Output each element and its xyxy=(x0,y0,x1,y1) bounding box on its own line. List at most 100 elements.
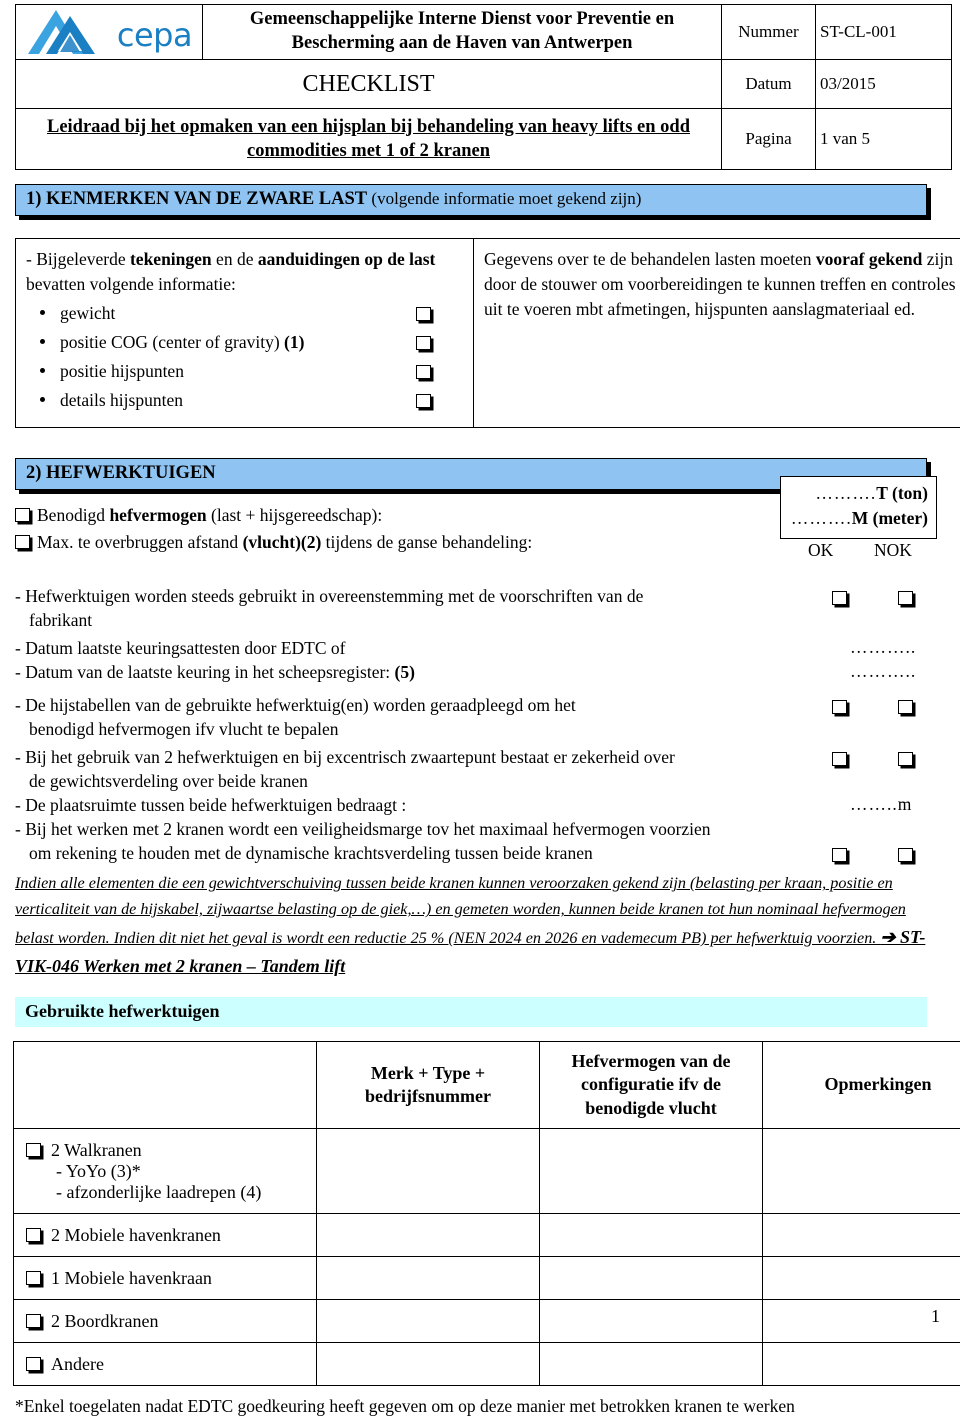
section-1-bullet-list: gewicht positie COG (center of gravity) … xyxy=(26,301,463,411)
checkbox-2-boordkranen[interactable] xyxy=(26,1314,41,1328)
bullet-dot-icon xyxy=(40,397,45,402)
bullet-dot-icon xyxy=(40,310,45,315)
dotted-fill-field[interactable]: ……..m xyxy=(850,792,912,816)
checkbox-ok[interactable] xyxy=(832,843,847,867)
table-row: 2 Mobiele havenkranen xyxy=(14,1214,960,1257)
table-header-row: Merk + Type + bedrijfsnummer Hefvermogen… xyxy=(14,1042,960,1129)
equipment-table: Merk + Type + bedrijfsnummer Hefvermogen… xyxy=(13,1041,960,1386)
line1-bold: hefvermogen xyxy=(109,505,206,525)
checkbox-benodigd-hefvermogen[interactable] xyxy=(15,508,30,522)
checkbox-2-walkranen[interactable] xyxy=(26,1143,41,1157)
merk-cell[interactable] xyxy=(317,1257,540,1300)
checkbox-andere[interactable] xyxy=(26,1357,41,1371)
checklist-row: - Hefwerktuigen worden steeds gebruikt i… xyxy=(15,584,927,632)
organisation-name-cell: Gemeenschappelijke Interne Dienst voor P… xyxy=(203,5,722,60)
checkbox-1-mobiele-havenkraan[interactable] xyxy=(26,1271,41,1285)
value-row-ton[interactable]: ……….T (ton) xyxy=(787,481,928,506)
row5-line2: de gewichtsverdeling over beide kranen xyxy=(15,769,775,793)
checkbox-nok[interactable] xyxy=(898,747,913,771)
bullet-suffix: (1) xyxy=(284,332,304,352)
row6-line1: - De plaatsruimte tussen beide hefwerktu… xyxy=(15,795,406,815)
logo-wordmark: cepa xyxy=(117,19,192,51)
checklist-row: - De hijstabellen van de gebruikte hefwe… xyxy=(15,693,927,741)
checklist-row: - Bij het werken met 2 kranen wordt een … xyxy=(15,817,927,865)
checklist-row-text: - De hijstabellen van de gebruikte hefwe… xyxy=(15,693,775,741)
merk-cell[interactable] xyxy=(317,1343,540,1386)
header-row-datum: CHECKLIST Datum 03/2015 xyxy=(16,60,952,109)
section-1-right-pre: Gegevens over te de behandelen lasten mo… xyxy=(484,249,816,269)
doc-type-cell: CHECKLIST xyxy=(16,60,722,109)
row5-line1: - Bij het gebruik van 2 hefwerktuigen en… xyxy=(15,747,675,767)
equipment-label: 2 Boordkranen xyxy=(51,1311,158,1331)
hefvermogen-cell[interactable] xyxy=(540,1343,763,1386)
dotted-fill-field[interactable]: ……….. xyxy=(850,635,916,659)
equipment-label-cell[interactable]: 2 Boordkranen xyxy=(14,1300,317,1343)
hefvermogen-cell[interactable] xyxy=(540,1257,763,1300)
equipment-label-cell[interactable]: 1 Mobiele havenkraan xyxy=(14,1257,317,1300)
section-2-checklist: - Hefwerktuigen worden steeds gebruikt i… xyxy=(15,584,927,981)
header-row-nummer: cepa Gemeenschappelijke Interne Dienst v… xyxy=(16,5,952,60)
equipment-label-cell[interactable]: Andere xyxy=(14,1343,317,1386)
checkbox-nok[interactable] xyxy=(898,843,913,867)
equipment-label: 1 Mobiele havenkraan xyxy=(51,1268,212,1288)
list-item: gewicht xyxy=(26,301,463,324)
table-row: 1 Mobiele havenkraan xyxy=(14,1257,960,1300)
merk-cell[interactable] xyxy=(317,1300,540,1343)
checkbox-ok[interactable] xyxy=(832,695,847,719)
unit-meter: M (meter) xyxy=(852,508,928,528)
equipment-label-cell[interactable]: 2 Walkranen - YoYo (3)* - afzonderlijke … xyxy=(14,1129,317,1214)
organisation-name: Gemeenschappelijke Interne Dienst voor P… xyxy=(207,8,717,55)
merk-cell[interactable] xyxy=(317,1129,540,1214)
logo-triangle-icon xyxy=(26,7,118,57)
dotted-fill-field[interactable]: ……….. xyxy=(850,659,916,683)
footnote: *Enkel toegelaten nadat EDTC goedkeuring… xyxy=(15,1396,945,1417)
merk-cell[interactable] xyxy=(317,1214,540,1257)
nok-column-label: NOK xyxy=(874,540,912,561)
checklist-row: - Bij het gebruik van 2 hefwerktuigen en… xyxy=(15,745,927,793)
section-2-line-2: Max. te overbruggen afstand (vlucht)(2) … xyxy=(15,529,715,556)
hefvermogen-cell[interactable] xyxy=(540,1129,763,1214)
checkbox-gewicht[interactable] xyxy=(416,302,431,327)
checkbox-max-vlucht[interactable] xyxy=(15,535,30,549)
opmerkingen-cell[interactable] xyxy=(763,1343,960,1386)
unit-ton: T (ton) xyxy=(876,483,928,503)
checkbox-ok[interactable] xyxy=(832,586,847,610)
equipment-sub-laadrepen: - afzonderlijke laadrepen (4) xyxy=(26,1182,310,1203)
hefvermogen-cell[interactable] xyxy=(540,1214,763,1257)
opmerkingen-cell[interactable] xyxy=(763,1214,960,1257)
logo-cell: cepa xyxy=(16,5,203,60)
checkbox-2-mobiele-havenkranen[interactable] xyxy=(26,1228,41,1242)
bullet-label: details hijspunten xyxy=(60,390,183,410)
line2-pre: Max. te overbruggen afstand xyxy=(37,532,243,552)
bullet-label: gewicht xyxy=(60,303,115,323)
opmerkingen-cell[interactable] xyxy=(763,1257,960,1300)
hefvermogen-cell[interactable] xyxy=(540,1300,763,1343)
value-row-meter[interactable]: ……….M (meter) xyxy=(787,506,928,531)
opmerkingen-cell[interactable] xyxy=(763,1129,960,1214)
section-1-heading-number: 1) KENMERKEN VAN DE ZWARE LAST xyxy=(26,189,371,209)
section-2-heading-text: 2) HEFWERKTUIGEN xyxy=(26,463,216,483)
checkbox-ok[interactable] xyxy=(832,747,847,771)
checklist-row-text: - Bij het werken met 2 kranen wordt een … xyxy=(15,817,775,865)
section-1-intro: - Bijgeleverde tekeningen en de aanduidi… xyxy=(26,247,463,297)
checklist-row: - Datum laatste keuringsattesten door ED… xyxy=(15,636,927,660)
tandem-lift-note-text: Indien alle elementen die een gewichtver… xyxy=(15,874,906,947)
section-1-right-cell: Gegevens over te de behandelen lasten mo… xyxy=(474,239,960,428)
value-input-box[interactable]: ……….T (ton) ……….M (meter) xyxy=(780,476,937,539)
checkbox-details-hijspunten[interactable] xyxy=(416,389,431,414)
col-header-opmerkingen: Opmerkingen xyxy=(763,1042,960,1129)
section-2-top-lines: Benodigd hefvermogen (last + hijsgereeds… xyxy=(15,502,715,556)
bullet-label: positie COG (center of gravity) xyxy=(60,332,284,352)
doc-subtitle-cell: Leidraad bij het opmaken van een hijspla… xyxy=(16,109,722,170)
line1-pre: Benodigd xyxy=(37,505,109,525)
document-header-table: cepa Gemeenschappelijke Interne Dienst v… xyxy=(15,4,952,170)
row3-bold: (5) xyxy=(395,662,415,682)
checkbox-positie-hijspunten[interactable] xyxy=(416,360,431,385)
checkbox-positie-cog[interactable] xyxy=(416,331,431,356)
checkbox-nok[interactable] xyxy=(898,586,913,610)
section-1-right-bold: vooraf gekend xyxy=(816,249,922,269)
checkbox-nok[interactable] xyxy=(898,695,913,719)
equipment-label: 2 Mobiele havenkranen xyxy=(51,1225,221,1245)
equipment-label-cell[interactable]: 2 Mobiele havenkranen xyxy=(14,1214,317,1257)
row4-line2: benodigd hefvermogen ifv vlucht te bepal… xyxy=(15,717,775,741)
